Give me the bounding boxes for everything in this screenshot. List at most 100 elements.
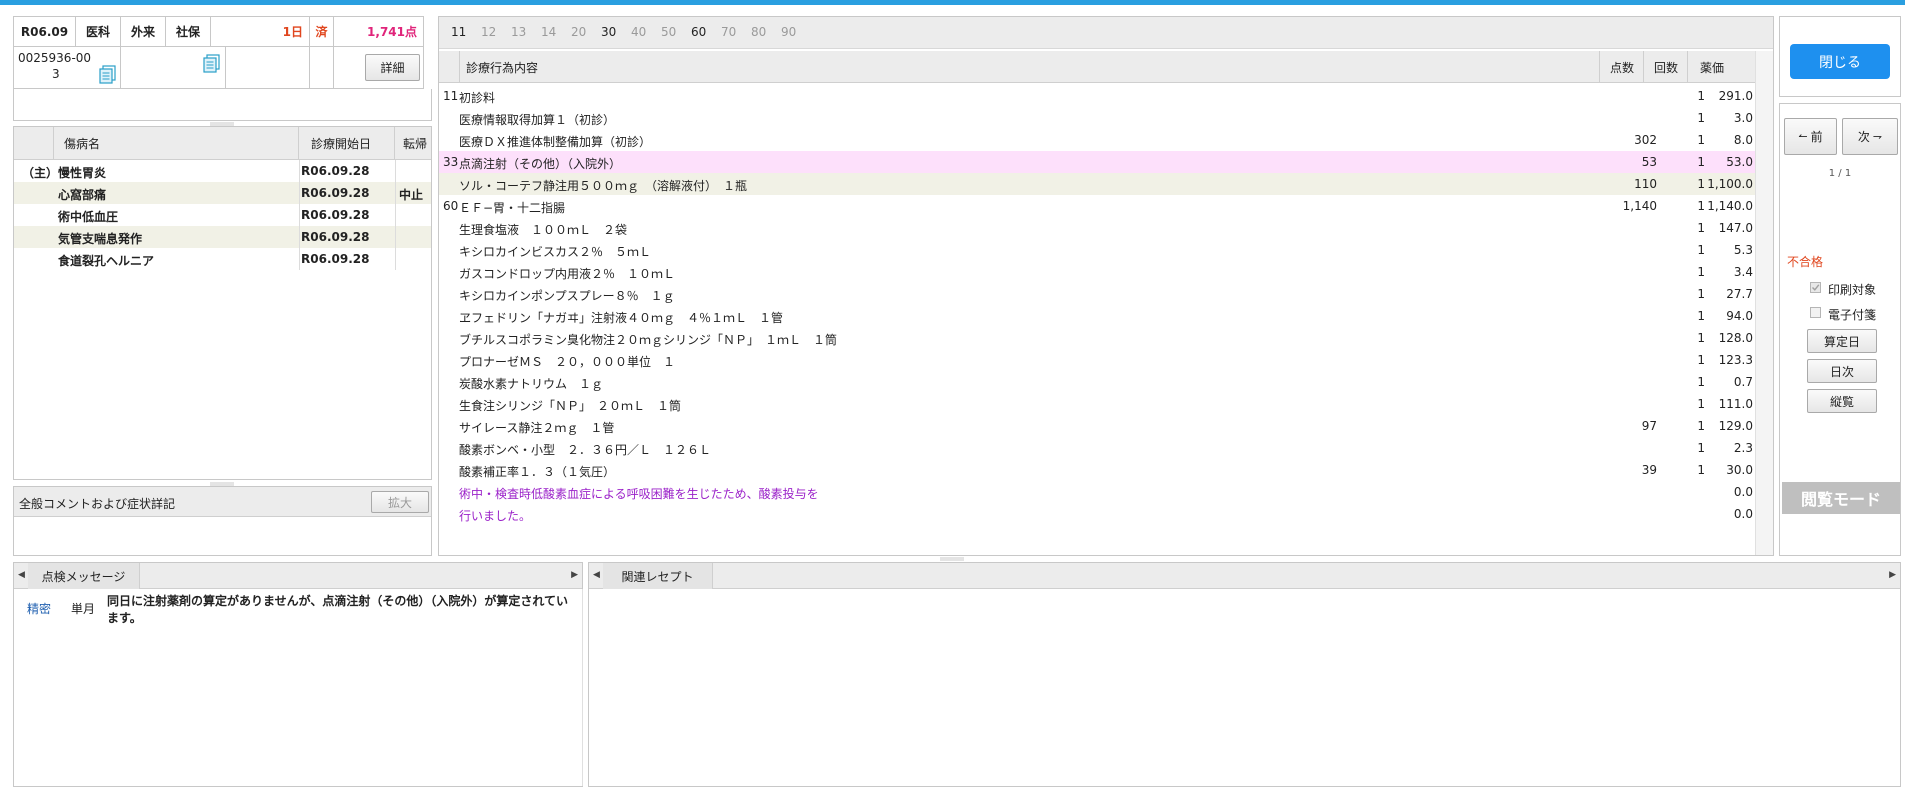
close-panel: 閉じる (1779, 16, 1901, 97)
row-content: 医療情報取得加算１（初診） (459, 113, 616, 127)
table-row[interactable]: キシロカインポンプスプレー８％ １ｇ 1 27.7 (439, 283, 1755, 305)
tab-check-messages[interactable]: 点検メッセージ (28, 563, 140, 589)
comment-textarea[interactable] (14, 517, 431, 555)
table-row[interactable]: 11 初診料 1 291.0 (439, 85, 1755, 107)
row-content: ソル・コーテフ静注用５００ｍｇ （溶解液付） １瓶 (459, 179, 748, 193)
calc-date-button[interactable]: 算定日 (1807, 329, 1877, 353)
row-points: 302 (1634, 133, 1657, 147)
table-row[interactable]: 生食注シリンジ「ＮＰ」 ２０ｍＬ １筒 1 111.0 (439, 393, 1755, 415)
tab-90[interactable]: 90 (781, 25, 796, 39)
col-outcome[interactable]: 転帰 (395, 127, 431, 160)
next-button[interactable]: 次 ⇁ (1842, 118, 1898, 155)
row-count: 1 (1697, 111, 1705, 125)
daily-button[interactable]: 日次 (1807, 359, 1877, 383)
message-text: 同日に注射薬剤の算定がありませんが、点滴注射（その他）（入院外）が算定されていま… (107, 594, 569, 625)
scroll-left-icon[interactable]: ◀ (18, 570, 25, 580)
col-count[interactable]: 回数 (1643, 51, 1687, 83)
table-row[interactable]: ブチルスコポラミン臭化物注２０ｍｇシリンジ「ＮＰ」 １ｍＬ １筒 1 128.0 (439, 327, 1755, 349)
table-row[interactable]: ヱフェドリン「ナガヰ」注射液４０ｍｇ ４％１ｍＬ １管 1 94.0 (439, 305, 1755, 327)
vertical-review-button[interactable]: 縦覧 (1807, 389, 1877, 413)
row-count: 1 (1697, 133, 1705, 147)
scroll-left-icon[interactable]: ◀ (593, 570, 600, 580)
tab-40[interactable]: 40 (631, 25, 646, 39)
tab-14[interactable]: 14 (541, 25, 556, 39)
related-receipt-panel: ◀ 関連レセプト ▶ (588, 562, 1901, 787)
close-button[interactable]: 閉じる (1790, 44, 1890, 79)
detail-button[interactable]: 詳細 (365, 54, 420, 81)
table-row[interactable]: 医療情報取得加算１（初診） 1 3.0 (439, 107, 1755, 129)
scroll-right-icon[interactable]: ▶ (571, 570, 578, 580)
print-target-checkbox[interactable] (1810, 282, 1821, 293)
era-date: R06.09 (14, 17, 76, 46)
col-start-date[interactable]: 診療開始日 (299, 127, 395, 160)
row-content: キシロカインポンプスプレー８％ １ｇ (459, 289, 675, 303)
table-row[interactable]: 60 ＥＦ−胃・十二指腸 1,140 1 1,140.0 (439, 195, 1755, 217)
splitter-handle[interactable] (940, 557, 964, 561)
table-row[interactable]: 術中・検査時低酸素血症による呼吸困難を生じたため、酸素投与を 0.0 (439, 481, 1755, 503)
prev-button[interactable]: ↼ 前 (1784, 118, 1837, 155)
table-row[interactable]: 生理食塩液 １００ｍＬ ２袋 1 147.0 (439, 217, 1755, 239)
expand-button[interactable]: 拡大 (371, 491, 429, 513)
table-row[interactable]: 心窩部痛 R06.09.28 中止 (14, 182, 431, 204)
start-date: R06.09.28 (301, 230, 370, 244)
table-row[interactable]: 33 点滴注射（その他）（入院外） 53 1 53.0 (439, 151, 1755, 173)
table-row[interactable]: 行いました。 0.0 (439, 503, 1755, 525)
tab-13[interactable]: 13 (511, 25, 526, 39)
procedure-category-tabs: 11 12 13 14 20 30 40 50 60 70 80 90 (439, 17, 1773, 49)
vertical-scrollbar[interactable] (1755, 51, 1773, 555)
tab-related-receipts[interactable]: 関連レセプト (603, 563, 713, 589)
col-price[interactable]: 薬価 (1687, 51, 1755, 83)
row-content: プロナーゼＭＳ ２０，０００単位 １ (459, 355, 676, 369)
table-row[interactable]: （主） 慢性胃炎 R06.09.28 (14, 160, 431, 182)
table-row[interactable]: 医療ＤＸ推進体制整備加算（初診） 302 1 8.0 (439, 129, 1755, 151)
disease-name: 気管支喘息発作 (58, 232, 143, 246)
window-top-bar (0, 0, 1905, 5)
empty-cell (226, 47, 310, 88)
tab-11[interactable]: 11 (451, 25, 466, 39)
row-points: 97 (1641, 419, 1657, 433)
table-row[interactable]: 炭酸水素ナトリウム １ｇ 1 0.7 (439, 371, 1755, 393)
document-icon[interactable] (202, 54, 221, 73)
row-count: 1 (1697, 463, 1705, 477)
table-row[interactable]: サイレース静注２ｍｇ １管 97 1 129.0 (439, 415, 1755, 437)
row-count: 1 (1697, 331, 1705, 345)
view-mode-indicator: 閲覧モード (1782, 482, 1900, 514)
table-row[interactable]: 酸素ボンベ・小型 ２．３６円／Ｌ １２６Ｌ 1 2.3 (439, 437, 1755, 459)
row-price: 0.7 (1733, 375, 1753, 389)
tab-70[interactable]: 70 (721, 25, 736, 39)
primary-mark: （主） (22, 166, 59, 180)
row-content: 炭酸水素ナトリウム １ｇ (459, 377, 604, 391)
page-indicator: 1 / 1 (1828, 168, 1852, 179)
tab-12[interactable]: 12 (481, 25, 496, 39)
table-row[interactable]: 気管支喘息発作 R06.09.28 (14, 226, 431, 248)
row-content: サイレース静注２ｍｇ １管 (459, 421, 615, 435)
row-price: 129.0 (1718, 419, 1753, 433)
table-row[interactable]: ソル・コーテフ静注用５００ｍｇ （溶解液付） １瓶 110 1 1,100.0 (439, 173, 1755, 195)
esign-checkbox[interactable] (1810, 307, 1821, 318)
table-row[interactable]: ガスコンドロップ内用液２％ １０ｍＬ 1 3.4 (439, 261, 1755, 283)
col-disease-name[interactable]: 傷病名 (54, 127, 299, 160)
table-row[interactable]: 食道裂孔ヘルニア R06.09.28 (14, 248, 431, 270)
col-content[interactable]: 診療行為内容 (459, 51, 1613, 83)
tab-80[interactable]: 80 (751, 25, 766, 39)
message-level: 精密 (27, 602, 52, 616)
fail-label: 不合格 (1787, 255, 1824, 269)
tab-30[interactable]: 30 (601, 25, 616, 39)
next-label: 次 (1857, 130, 1870, 144)
row-price: 3.4 (1733, 265, 1753, 279)
tab-20[interactable]: 20 (571, 25, 586, 39)
message-scope: 単月 (71, 602, 96, 616)
document-icon[interactable] (98, 65, 117, 84)
scroll-right-icon[interactable]: ▶ (1889, 570, 1896, 580)
table-row[interactable]: 酸素補正率１．３（１気圧） 39 1 30.0 (439, 459, 1755, 481)
tab-60[interactable]: 60 (691, 25, 706, 39)
col-points[interactable]: 点数 (1599, 51, 1643, 83)
row-points: 110 (1634, 177, 1657, 191)
patient-extra-area (13, 89, 432, 121)
table-row[interactable]: プロナーゼＭＳ ２０，０００単位 １ 1 123.3 (439, 349, 1755, 371)
table-row[interactable]: キシロカインビスカス２％ ５ｍＬ 1 5.3 (439, 239, 1755, 261)
row-content: 酸素ボンベ・小型 ２．３６円／Ｌ １２６Ｌ (459, 443, 712, 457)
tab-50[interactable]: 50 (661, 25, 676, 39)
total-points: 1,741点 (367, 25, 417, 39)
table-row[interactable]: 術中低血圧 R06.09.28 (14, 204, 431, 226)
